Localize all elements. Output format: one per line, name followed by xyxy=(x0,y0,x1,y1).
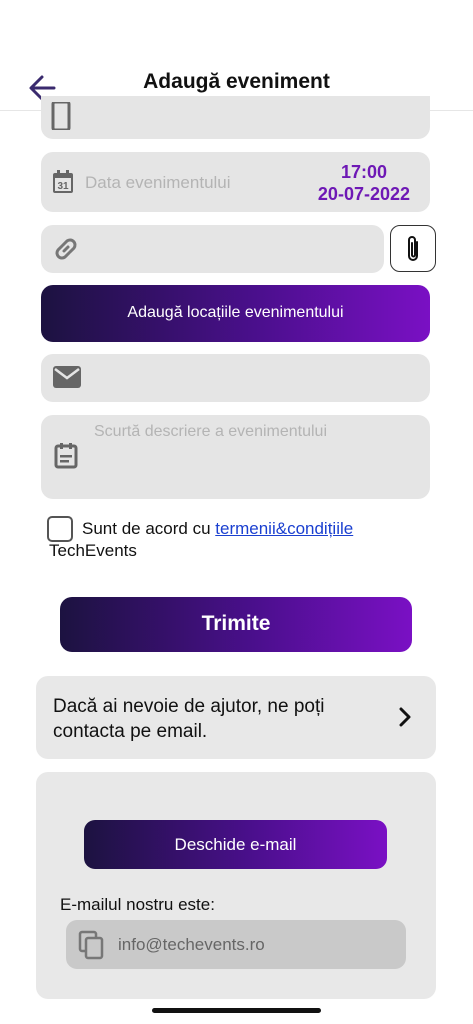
home-indicator xyxy=(152,1008,321,1013)
terms-prefix: Sunt de acord cu xyxy=(82,519,216,538)
email-copy-field[interactable]: info@techevents.ro xyxy=(66,920,406,969)
event-date-field[interactable]: 31 Data evenimentului 17:00 20-07-2022 xyxy=(41,152,430,212)
terms-checkbox[interactable] xyxy=(47,516,73,542)
notes-icon xyxy=(54,443,78,469)
description-placeholder: Scurtă descriere a evenimentului xyxy=(94,423,328,440)
date-placeholder: Data evenimentului xyxy=(85,173,231,192)
chevron-right-icon xyxy=(399,707,411,727)
email-value: info@techevents.ro xyxy=(118,935,265,954)
email-card: Deschide e-mail E-mailul nostru este: in… xyxy=(36,772,436,999)
email-input[interactable] xyxy=(41,354,430,402)
time-value: 17:00 xyxy=(340,162,387,182)
date-value: 20-07-2022 xyxy=(317,184,410,204)
description-input[interactable]: Scurtă descriere a evenimentului xyxy=(41,415,430,499)
terms-link[interactable]: termenii&condițiile xyxy=(215,519,353,538)
copy-icon xyxy=(78,930,104,960)
submit-label: Trimite xyxy=(201,612,271,635)
link-icon xyxy=(55,238,77,260)
add-locations-button[interactable]: Adaugă locațiile evenimentului xyxy=(41,285,430,342)
paperclip-icon xyxy=(408,236,418,261)
calendar-day: 31 xyxy=(57,181,69,192)
terms-suffix: TechEvents xyxy=(49,541,137,560)
calendar-icon: 31 xyxy=(53,170,73,193)
app-header xyxy=(0,0,473,111)
attach-file-button[interactable] xyxy=(390,225,436,272)
date-time-value: 17:00 20-07-2022 xyxy=(318,161,410,205)
help-text: Dacă ai nevoie de ajutor, ne poți contac… xyxy=(53,696,325,742)
link-field[interactable] xyxy=(41,225,384,273)
submit-button[interactable]: Trimite xyxy=(60,597,412,652)
phone-field[interactable] xyxy=(41,96,430,139)
open-email-button[interactable]: Deschide e-mail xyxy=(84,820,387,869)
open-email-label: Deschide e-mail xyxy=(174,835,297,854)
phone-icon xyxy=(51,102,71,130)
email-icon xyxy=(53,366,81,388)
email-caption: E-mailul nostru este: xyxy=(60,895,215,914)
terms-text: Sunt de acord cu termenii&condițiile xyxy=(82,519,353,539)
add-locations-label: Adaugă locațiile evenimentului xyxy=(127,304,344,321)
page-title: Adaugă eveniment xyxy=(143,70,330,93)
help-card[interactable]: Dacă ai nevoie de ajutor, ne poți contac… xyxy=(36,676,436,759)
